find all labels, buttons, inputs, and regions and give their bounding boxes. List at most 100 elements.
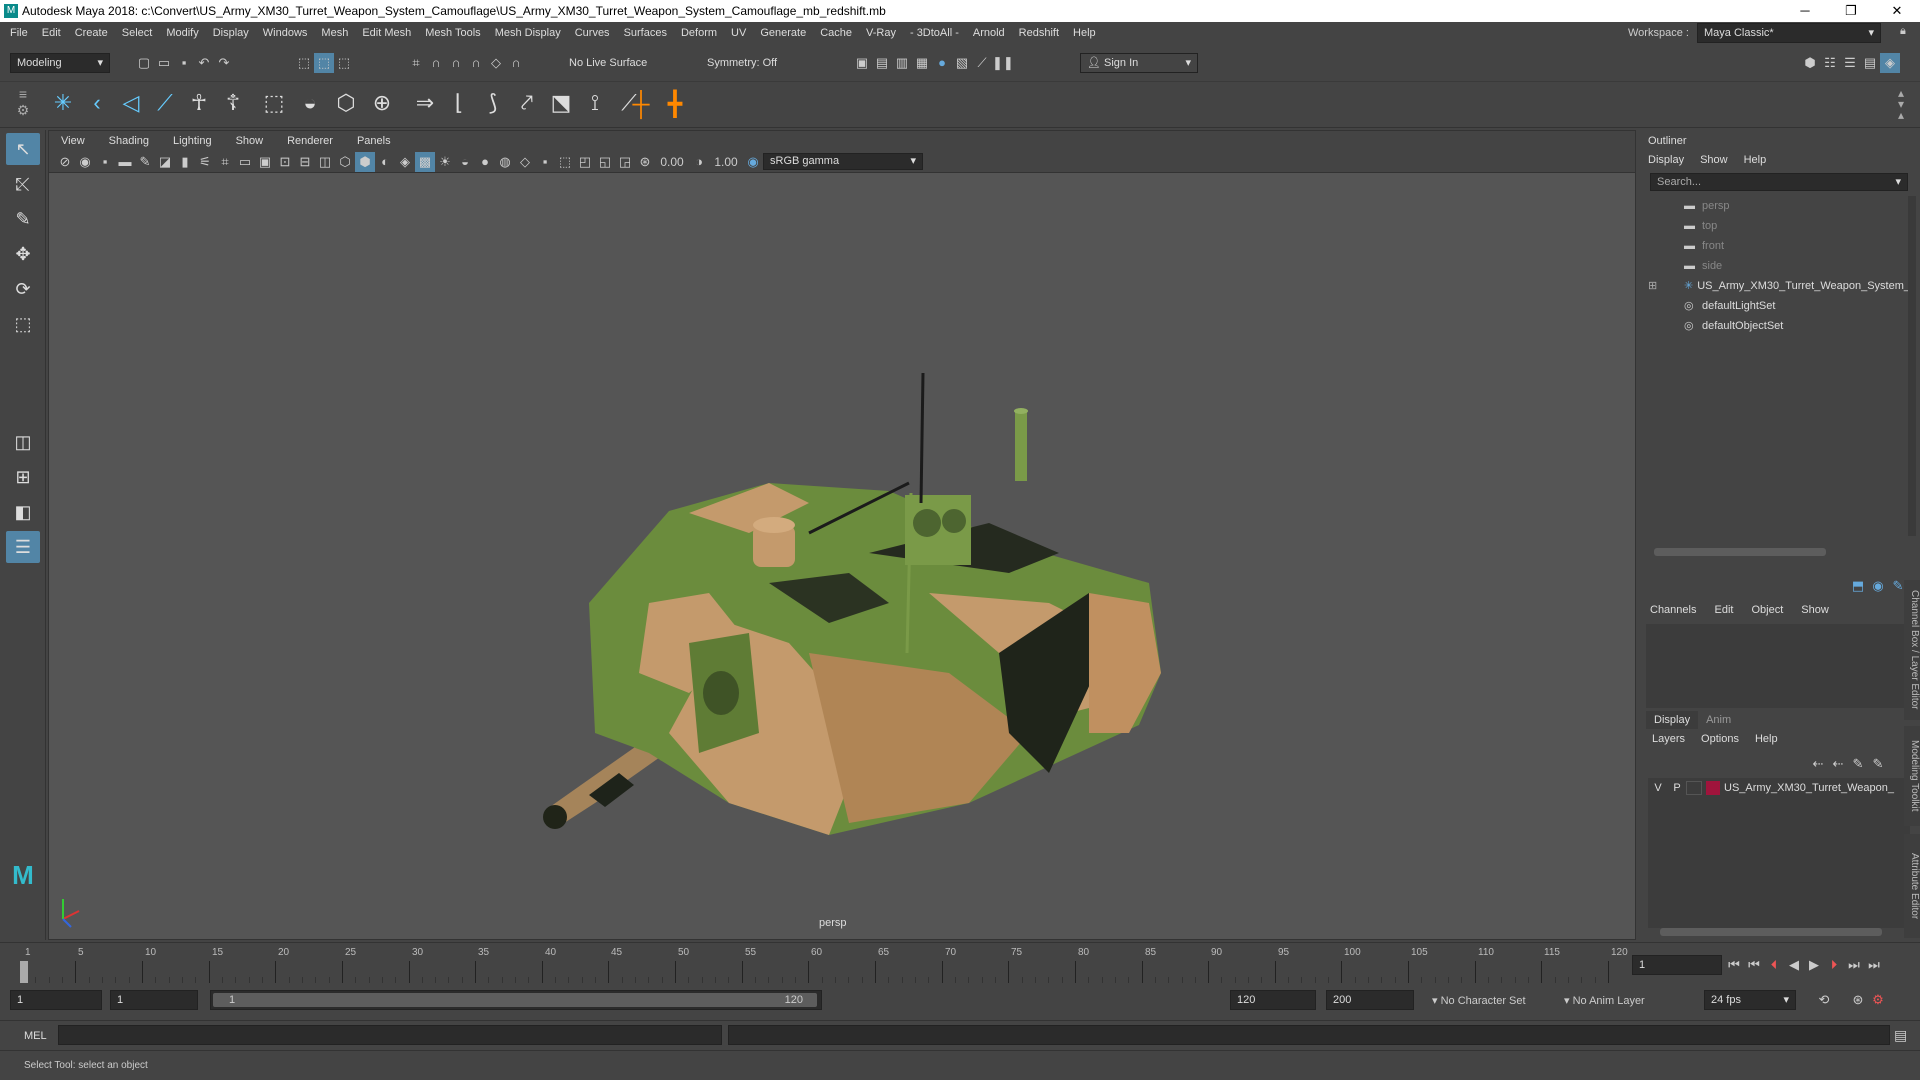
depth-of-field-icon[interactable]: ▪ <box>535 152 555 172</box>
color-management-icon[interactable]: ◉ <box>743 152 763 172</box>
redshift-render-icon[interactable]: ⟋ <box>972 53 992 73</box>
maximize-button[interactable]: ❐ <box>1828 0 1874 22</box>
outliner-menu-item[interactable]: Display <box>1648 154 1684 166</box>
menu-item[interactable]: Redshift <box>1012 22 1066 44</box>
current-time-marker[interactable] <box>20 961 28 983</box>
select-tool-icon[interactable]: ↖ <box>6 133 40 165</box>
safe-action-icon[interactable]: ⊟ <box>295 152 315 172</box>
menu-item[interactable]: Edit Mesh <box>355 22 418 44</box>
menu-item[interactable]: Curves <box>568 22 617 44</box>
bookmark-icon[interactable]: ◉ <box>75 152 95 172</box>
workspace-dropdown[interactable]: Maya Classic* ▾ <box>1697 23 1881 43</box>
edge-icon[interactable]: ‹ <box>80 90 114 116</box>
outliner-menu-item[interactable]: Show <box>1700 154 1728 166</box>
exposure-field[interactable]: 0.00 <box>655 155 689 169</box>
new-scene-icon[interactable]: ▢ <box>134 53 154 73</box>
channel-box-menu-item[interactable]: Object <box>1751 604 1783 616</box>
new-layer-icon[interactable]: ✎ <box>1848 754 1868 774</box>
layer-color-swatch[interactable] <box>1706 781 1720 795</box>
modeling-toolkit-icon[interactable]: ⬢ <box>1800 53 1820 73</box>
snap-live-icon[interactable]: ∩ <box>506 53 526 73</box>
image-plane-icon[interactable]: ▪ <box>95 152 115 172</box>
anim-prefs-icon[interactable]: ⚙ <box>1868 990 1888 1010</box>
menu-item[interactable]: Modify <box>159 22 205 44</box>
attribute-editor-side-tab[interactable]: Attribute Editor <box>1904 834 1920 938</box>
channel-box-icon[interactable]: ▤ <box>1860 53 1880 73</box>
command-language-label[interactable]: MEL <box>24 1030 47 1042</box>
move-tool-icon[interactable]: ✥ <box>6 238 40 270</box>
four-view-layout-icon[interactable]: ⊞ <box>6 461 40 493</box>
outliner-vscrollbar[interactable] <box>1908 196 1916 536</box>
two-d-pan-icon[interactable]: ▬ <box>115 152 135 172</box>
move-layer-down-icon[interactable]: ⇠ <box>1828 754 1848 774</box>
play-forwards-icon[interactable]: ▶ <box>1804 955 1824 975</box>
smooth-shade-icon[interactable]: ⬢ <box>355 151 375 172</box>
channel-box-menu-item[interactable]: Channels <box>1650 604 1696 616</box>
outliner-layout-icon[interactable]: ☰ <box>6 531 40 563</box>
multi-cut-icon[interactable]: ⟋ <box>148 90 182 116</box>
minimize-button[interactable]: ─ <box>1782 0 1828 22</box>
render-view-icon[interactable]: ▧ <box>952 53 972 73</box>
default-material-icon[interactable]: ◐ <box>375 152 395 172</box>
ambient-occlusion-icon[interactable]: ● <box>475 152 495 172</box>
outliner-item[interactable]: ⊞ ✳ US_Army_XM30_Turret_Weapon_System_ <box>1648 276 1910 296</box>
render-frame-icon[interactable]: ▣ <box>852 53 872 73</box>
command-input[interactable] <box>58 1025 722 1045</box>
gate-mask-icon[interactable]: ▣ <box>255 152 275 172</box>
exposure-icon[interactable]: ⊛ <box>635 152 655 172</box>
outliner-hscrollbar[interactable] <box>1654 548 1826 556</box>
menu-item[interactable]: Generate <box>753 22 813 44</box>
layer-row[interactable]: V P US_Army_XM30_Turret_Weapon_ <box>1648 778 1910 798</box>
outliner-item[interactable]: ▬ side <box>1670 256 1910 276</box>
quad-draw-icon[interactable]: ☥ <box>182 90 216 116</box>
menu-item[interactable]: Help <box>1066 22 1103 44</box>
safe-title-icon[interactable]: ◫ <box>315 152 335 172</box>
view-transform-dropdown[interactable]: sRGB gamma ▾ <box>763 153 923 170</box>
attribute-toggle-icon[interactable]: ◉ <box>1868 576 1888 596</box>
layer-editor-tab[interactable]: Anim <box>1698 711 1739 729</box>
sphere-icon[interactable]: ◒ <box>292 90 328 116</box>
layer-menu-item[interactable]: Help <box>1755 733 1778 745</box>
move-layer-up-icon[interactable]: ⇠ <box>1808 754 1828 774</box>
menu-item[interactable]: Mesh Tools <box>418 22 487 44</box>
gamma-icon[interactable]: ◑ <box>689 152 709 172</box>
scale-tool-icon[interactable]: ⬚ <box>6 308 40 340</box>
play-backwards-icon[interactable]: ◀ <box>1784 955 1804 975</box>
target-weld-icon[interactable]: ⟟ <box>578 90 612 116</box>
channel-box-menu-item[interactable]: Edit <box>1714 604 1733 616</box>
select-object-icon[interactable]: ⬚ <box>314 53 334 73</box>
xray-components-icon[interactable]: ◲ <box>615 152 635 172</box>
channel-box-menu-item[interactable]: Show <box>1801 604 1829 616</box>
persp-outliner-layout-icon[interactable]: ◧ <box>6 496 40 528</box>
layer-editor-icon[interactable]: ◈ <box>1880 53 1900 73</box>
camera-attributes-icon[interactable]: ⊘ <box>55 152 75 172</box>
menu-item[interactable]: Select <box>115 22 160 44</box>
animation-end-field[interactable]: 200 <box>1326 990 1414 1010</box>
playback-start-field[interactable]: 1 <box>110 990 198 1010</box>
symmetry-dropdown[interactable]: Symmetry: Off <box>700 53 810 73</box>
menu-item[interactable]: Display <box>206 22 256 44</box>
viewport-3d[interactable]: persp <box>49 173 1635 939</box>
menu-item[interactable]: Cache <box>813 22 859 44</box>
hypershade-icon[interactable]: ● <box>932 53 952 73</box>
panel-menu-item[interactable]: Shading <box>97 131 161 151</box>
skeleton-icon[interactable]: ☦ <box>216 90 250 116</box>
channel-box-side-tab[interactable]: Channel Box / Layer Editor <box>1904 580 1920 720</box>
ipr-render-icon[interactable]: ▥ <box>892 53 912 73</box>
go-to-end-icon[interactable]: ⏭ <box>1864 955 1884 975</box>
step-forward-frame-icon[interactable]: ⏵ <box>1824 955 1844 975</box>
pause-icon[interactable]: ❚❚ <box>992 53 1014 73</box>
outliner-search-input[interactable]: Search... ▾ <box>1650 173 1908 191</box>
step-forward-key-icon[interactable]: ⏭ <box>1844 955 1864 975</box>
render-settings-icon[interactable]: ▦ <box>912 53 932 73</box>
bevel-icon[interactable]: ⌊ <box>442 90 476 116</box>
anti-aliasing-icon[interactable]: ◇ <box>515 152 535 172</box>
panel-menu-item[interactable]: Lighting <box>161 131 224 151</box>
open-scene-icon[interactable]: ▭ <box>154 53 174 73</box>
snap-grid-icon[interactable]: ⌗ <box>406 53 426 73</box>
attribute-editor-icon[interactable]: ☷ <box>1820 53 1840 73</box>
menu-item[interactable]: Windows <box>256 22 315 44</box>
layer-menu-item[interactable]: Options <box>1701 733 1739 745</box>
menu-item[interactable]: Create <box>68 22 115 44</box>
film-gate-icon[interactable]: ⚟ <box>195 152 215 172</box>
